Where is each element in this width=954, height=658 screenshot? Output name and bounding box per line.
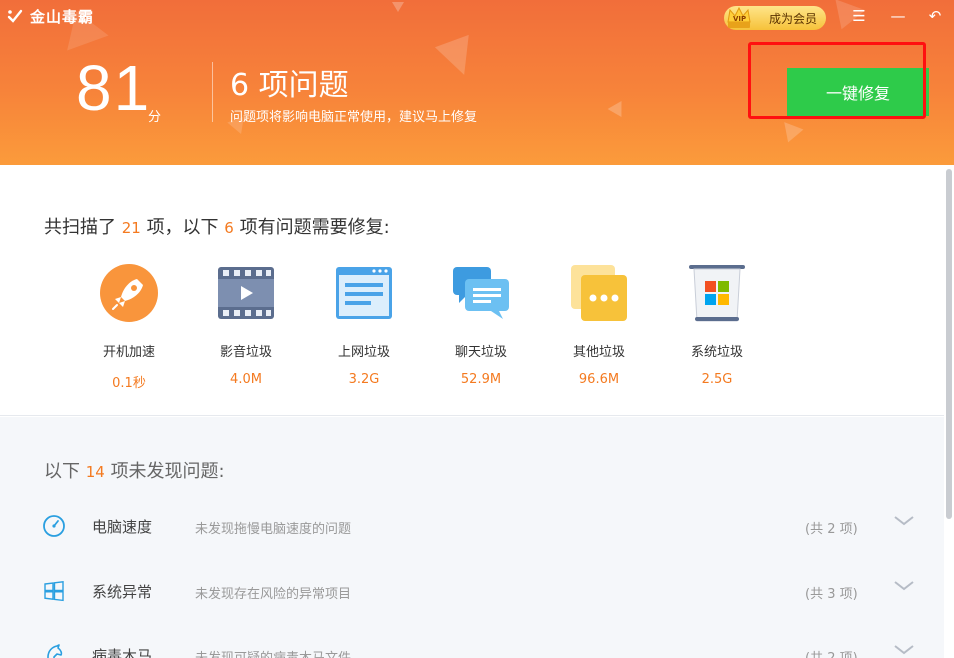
problem-item-name: 影音垃圾 <box>219 345 272 360</box>
decor-triangle <box>607 96 629 118</box>
scan-summary-suffix: 项有问题需要修复: <box>239 217 390 238</box>
app-logo: 金山毒霸 <box>6 6 94 27</box>
no-issue-prefix: 以下 <box>44 461 80 482</box>
problem-item-other-junk[interactable]: 其他垃圾 96.6M <box>554 263 644 387</box>
problem-item-name: 其他垃圾 <box>572 345 625 360</box>
header-banner: 金山毒霸 VIP 成为会员 ☰ — ↶ 81 分 6 项问题 问题项将影响电脑正… <box>0 0 954 165</box>
problem-item-media-junk[interactable]: 影音垃圾 4.0M <box>201 263 291 387</box>
back-icon[interactable]: ↶ <box>926 7 944 25</box>
scrollbar-thumb[interactable] <box>946 169 952 519</box>
health-score: 81 <box>76 52 152 124</box>
windows-icon <box>44 581 64 602</box>
check-row-count: (共 3 项) <box>805 587 858 602</box>
check-row-desc: 未发现可疑的病毒木马文件 <box>195 647 351 658</box>
check-row-count: (共 2 项) <box>805 647 858 658</box>
problem-item-size: 2.5G <box>701 372 733 387</box>
score-unit: 分 <box>148 110 162 125</box>
check-row-pc-speed[interactable]: 电脑速度 未发现拖慢电脑速度的问题 (共 2 项) <box>0 506 944 546</box>
no-issue-suffix: 项未发现问题: <box>110 461 225 482</box>
problem-item-name: 系统垃圾 <box>690 345 743 360</box>
check-row-name: 系统异常 <box>92 583 153 601</box>
problem-item-name: 聊天垃圾 <box>454 345 507 360</box>
chevron-down-icon[interactable] <box>893 643 915 657</box>
duba-logo-icon <box>7 9 23 23</box>
check-row-desc: 未发现拖慢电脑速度的问题 <box>195 522 352 537</box>
svg-text:VIP: VIP <box>733 15 746 23</box>
decor-triangle <box>392 2 404 12</box>
problem-item-system-junk[interactable]: 系统垃圾 2.5G <box>672 263 762 387</box>
issue-subtitle: 问题项将影响电脑正常使用，建议马上修复 <box>230 110 478 125</box>
menu-icon[interactable]: ☰ <box>850 7 868 25</box>
film-icon <box>218 267 274 319</box>
problem-item-boot-speed[interactable]: 开机加速 0.1秒 <box>84 263 174 391</box>
check-row-system-anomaly[interactable]: 系统异常 未发现存在风险的异常项目 (共 3 项) <box>0 571 944 611</box>
header-divider <box>212 62 213 122</box>
no-issue-summary: 以下 14 项未发现问题: <box>44 457 225 483</box>
problem-items: 开机加速 0.1秒 影音垃圾 4.0M 上网垃圾 3.2G 聊天垃圾 52.9M… <box>0 263 944 393</box>
problem-count: 6 <box>224 219 234 237</box>
highlight-annotation-box <box>748 42 926 119</box>
check-row-name: 病毒木马 <box>92 647 153 658</box>
scan-summary-mid: 项，以下 <box>146 217 219 238</box>
speedometer-icon <box>43 515 65 537</box>
rocket-icon <box>100 264 158 322</box>
chevron-down-icon[interactable] <box>893 514 915 528</box>
scan-summary: 共扫描了 21 项，以下 6 项有问题需要修复: <box>44 213 390 239</box>
folder-more-icon <box>571 265 627 321</box>
no-issue-count: 14 <box>85 463 105 481</box>
check-row-count: (共 2 项) <box>805 522 858 537</box>
check-row-virus-trojan[interactable]: 病毒木马 未发现可疑的病毒木马文件 (共 2 项) <box>0 635 944 658</box>
chevron-down-icon[interactable] <box>893 579 915 593</box>
app-title: 金山毒霸 <box>30 8 95 26</box>
decor-triangle <box>776 115 804 143</box>
become-member-button[interactable]: VIP 成为会员 <box>724 6 826 30</box>
check-row-desc: 未发现存在风险的异常项目 <box>195 587 352 602</box>
no-issue-section: 以下 14 项未发现问题: 电脑速度 未发现拖慢电脑速度的问题 (共 2 项) … <box>0 417 944 658</box>
problem-item-web-junk[interactable]: 上网垃圾 3.2G <box>319 263 409 387</box>
problem-item-size: 0.1秒 <box>112 376 146 391</box>
problem-item-size: 3.2G <box>348 372 380 387</box>
horse-icon <box>47 644 63 658</box>
vip-crown-icon: VIP <box>727 6 751 28</box>
problem-item-name: 上网垃圾 <box>337 345 390 360</box>
problem-item-chat-junk[interactable]: 聊天垃圾 52.9M <box>436 263 526 387</box>
issue-count-title: 6 项问题 <box>230 68 349 103</box>
problem-section: 共扫描了 21 项，以下 6 项有问题需要修复: 开机加速 0.1秒 影音垃圾 … <box>0 165 944 416</box>
windows-trash-icon <box>689 265 745 322</box>
vertical-scrollbar[interactable] <box>944 165 954 658</box>
browser-icon <box>336 267 392 319</box>
minimize-icon[interactable]: — <box>889 7 907 25</box>
chat-icon <box>453 267 509 319</box>
scan-total-count: 21 <box>121 219 141 237</box>
check-row-name: 电脑速度 <box>92 518 153 536</box>
problem-item-size: 4.0M <box>230 372 262 387</box>
become-member-label: 成为会员 <box>768 11 817 26</box>
scan-summary-prefix: 共扫描了 <box>44 217 116 238</box>
problem-item-size: 96.6M <box>578 372 620 387</box>
problem-item-name: 开机加速 <box>102 345 155 360</box>
decor-triangle <box>434 34 482 82</box>
problem-item-size: 52.9M <box>460 372 502 387</box>
